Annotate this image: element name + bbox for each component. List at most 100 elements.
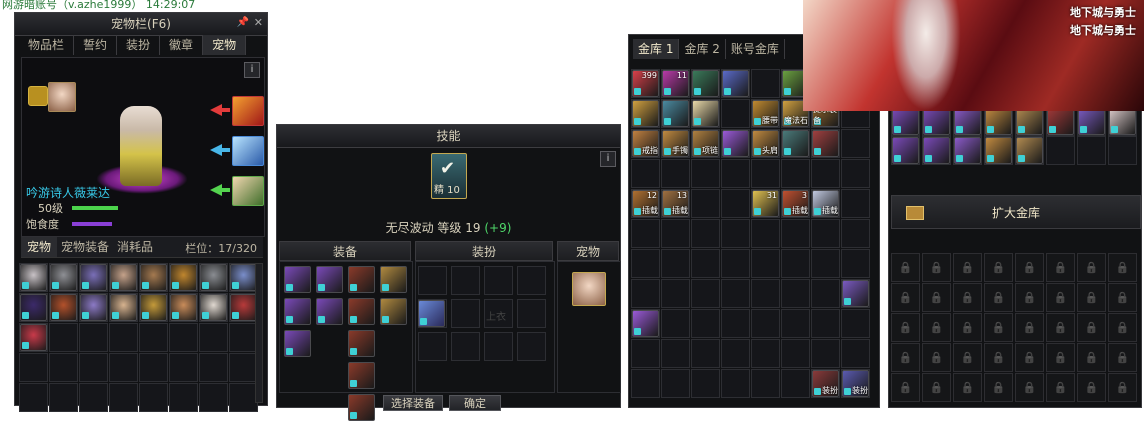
pet-item[interactable] — [20, 264, 47, 291]
storage-slot[interactable] — [661, 279, 690, 308]
account-storage-item[interactable] — [1016, 137, 1043, 164]
storage-item[interactable]: 399 — [632, 70, 659, 97]
storage-slot[interactable] — [781, 219, 810, 248]
storage-slot[interactable] — [841, 129, 870, 158]
account-storage-item[interactable] — [1016, 108, 1043, 135]
storage-slot[interactable] — [721, 219, 750, 248]
pet-slot[interactable] — [169, 383, 198, 412]
pet-item[interactable] — [80, 294, 107, 321]
pet-item[interactable] — [170, 264, 197, 291]
storage-slot[interactable] — [841, 249, 870, 278]
storage-slot[interactable] — [841, 189, 870, 218]
pet-slot[interactable] — [19, 293, 48, 322]
pet-slot[interactable] — [229, 263, 258, 292]
storage-slot[interactable] — [691, 309, 720, 338]
storage-slot[interactable] — [811, 249, 840, 278]
pin-icon[interactable]: 📌 — [237, 17, 249, 28]
account-storage-item[interactable] — [1109, 108, 1136, 135]
account-storage-item[interactable] — [1078, 108, 1105, 135]
account-storage-slot[interactable] — [1108, 136, 1137, 165]
tab-outfit[interactable]: 装扮 — [117, 35, 161, 55]
storage-item[interactable]: 项链 — [692, 130, 719, 157]
storage-item[interactable]: 31 — [752, 190, 779, 217]
storage-slot[interactable] — [691, 369, 720, 398]
outfit-slot[interactable] — [451, 332, 480, 361]
storage-item[interactable]: 手镯 — [662, 130, 689, 157]
tab-account-storage[interactable]: 账号金库 — [726, 39, 785, 59]
pet-slot[interactable] — [139, 383, 168, 412]
storage-slot[interactable] — [811, 309, 840, 338]
pet-slot[interactable] — [109, 353, 138, 382]
pet-item[interactable] — [140, 294, 167, 321]
storage-slot[interactable] — [691, 249, 720, 278]
pet-slot[interactable] — [199, 323, 228, 352]
storage-slot[interactable] — [751, 69, 780, 98]
storage-slot[interactable] — [631, 249, 660, 278]
account-storage-item[interactable] — [954, 137, 981, 164]
pet-item[interactable] — [80, 264, 107, 291]
equipment-item[interactable] — [348, 266, 375, 293]
storage-item[interactable]: 13 插载 — [662, 190, 689, 217]
tab-pet[interactable]: 宠物 — [203, 35, 247, 55]
storage-slot[interactable] — [691, 219, 720, 248]
equipment-item[interactable] — [348, 330, 375, 357]
storage-slot[interactable] — [721, 189, 750, 218]
tab-storage-1[interactable]: 金库 1 — [633, 39, 680, 59]
storage-slot[interactable] — [811, 339, 840, 368]
pet-slot[interactable] — [229, 293, 258, 322]
storage-slot[interactable] — [841, 309, 870, 338]
pet-slot[interactable] — [169, 353, 198, 382]
storage-slot[interactable] — [721, 279, 750, 308]
pet-slot[interactable] — [199, 353, 228, 382]
outfit-slot[interactable] — [484, 266, 513, 295]
storage-slot[interactable] — [811, 219, 840, 248]
pet-slot[interactable] — [49, 293, 78, 322]
pet-slot[interactable] — [139, 353, 168, 382]
storage-slot[interactable] — [841, 219, 870, 248]
close-icon[interactable]: ✕ — [254, 16, 263, 29]
outfit-slot[interactable] — [517, 299, 546, 328]
pet-skill-nature-button[interactable] — [232, 176, 264, 206]
storage-slot[interactable] — [691, 339, 720, 368]
pet-slot[interactable] — [19, 263, 48, 292]
equipment-item[interactable] — [380, 298, 407, 325]
storage-slot[interactable] — [631, 369, 660, 398]
pet-slot[interactable] — [139, 263, 168, 292]
account-storage-item[interactable] — [985, 137, 1012, 164]
storage-item[interactable]: 11 — [662, 70, 689, 97]
storage-slot[interactable] — [691, 279, 720, 308]
storage-slot[interactable] — [721, 159, 750, 188]
pet-skill-fire-button[interactable] — [232, 96, 264, 126]
select-equipment-button[interactable]: 选择装备 — [383, 395, 443, 411]
account-storage-item[interactable] — [954, 108, 981, 135]
pet-grid-scrollbar[interactable] — [255, 263, 263, 403]
storage-slot[interactable] — [751, 249, 780, 278]
pet-slot[interactable] — [79, 383, 108, 412]
storage-item[interactable]: 装扮 — [842, 370, 869, 397]
pet-skill-ice-button[interactable] — [232, 136, 264, 166]
storage-slot[interactable] — [661, 339, 690, 368]
outfit-slot[interactable] — [484, 332, 513, 361]
pet-item[interactable] — [110, 294, 137, 321]
storage-item[interactable] — [632, 100, 659, 127]
equipment-item[interactable] — [284, 266, 311, 293]
pet-item[interactable] — [110, 264, 137, 291]
pet-slot[interactable] — [229, 353, 258, 382]
pet-slot[interactable] — [109, 323, 138, 352]
account-storage-item[interactable] — [923, 137, 950, 164]
storage-item[interactable] — [842, 280, 869, 307]
account-storage-item[interactable] — [923, 108, 950, 135]
tab-storage-2[interactable]: 金库 2 — [679, 39, 726, 59]
outfit-slot[interactable] — [418, 332, 447, 361]
pet-slot[interactable] — [199, 383, 228, 412]
storage-slot[interactable] — [661, 159, 690, 188]
storage-slot[interactable] — [631, 159, 660, 188]
pet-item[interactable] — [230, 264, 257, 291]
pet-item[interactable] — [20, 294, 47, 321]
equipment-item[interactable] — [284, 298, 311, 325]
storage-slot[interactable] — [661, 249, 690, 278]
storage-item[interactable]: 装扮 — [812, 370, 839, 397]
pet-slot[interactable] — [169, 263, 198, 292]
storage-slot[interactable] — [661, 369, 690, 398]
storage-item[interactable] — [812, 130, 839, 157]
